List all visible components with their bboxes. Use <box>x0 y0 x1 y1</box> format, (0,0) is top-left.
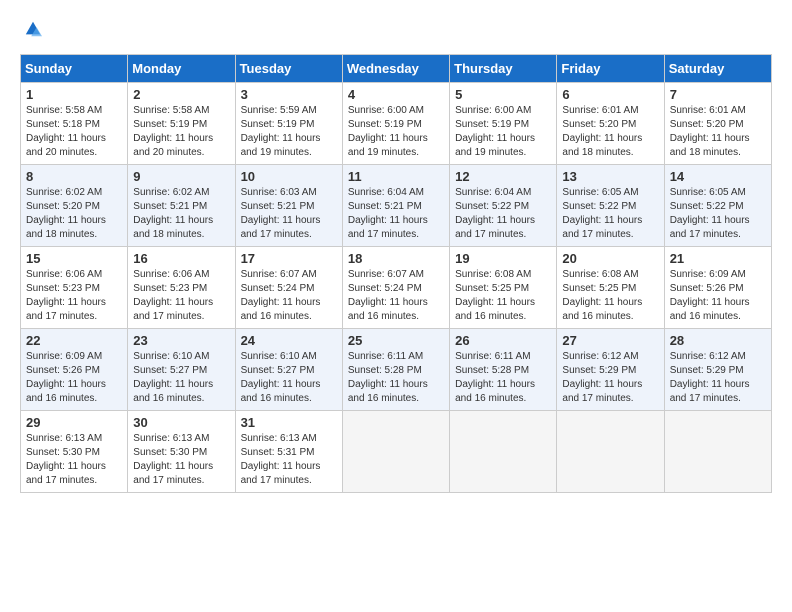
calendar-cell: 9Sunrise: 6:02 AMSunset: 5:21 PMDaylight… <box>128 165 235 247</box>
calendar-cell: 12Sunrise: 6:04 AMSunset: 5:22 PMDayligh… <box>450 165 557 247</box>
calendar-cell: 1Sunrise: 5:58 AMSunset: 5:18 PMDaylight… <box>21 83 128 165</box>
calendar-cell: 8Sunrise: 6:02 AMSunset: 5:20 PMDaylight… <box>21 165 128 247</box>
page-header <box>20 20 772 38</box>
calendar-cell: 3Sunrise: 5:59 AMSunset: 5:19 PMDaylight… <box>235 83 342 165</box>
week-row: 29Sunrise: 6:13 AMSunset: 5:30 PMDayligh… <box>21 411 772 493</box>
calendar-cell <box>557 411 664 493</box>
header-sunday: Sunday <box>21 55 128 83</box>
calendar-cell <box>342 411 449 493</box>
calendar-cell: 19Sunrise: 6:08 AMSunset: 5:25 PMDayligh… <box>450 247 557 329</box>
calendar-cell: 14Sunrise: 6:05 AMSunset: 5:22 PMDayligh… <box>664 165 771 247</box>
calendar-cell: 15Sunrise: 6:06 AMSunset: 5:23 PMDayligh… <box>21 247 128 329</box>
header-thursday: Thursday <box>450 55 557 83</box>
calendar-cell: 25Sunrise: 6:11 AMSunset: 5:28 PMDayligh… <box>342 329 449 411</box>
calendar-cell: 13Sunrise: 6:05 AMSunset: 5:22 PMDayligh… <box>557 165 664 247</box>
header-wednesday: Wednesday <box>342 55 449 83</box>
calendar-cell: 18Sunrise: 6:07 AMSunset: 5:24 PMDayligh… <box>342 247 449 329</box>
calendar-cell: 20Sunrise: 6:08 AMSunset: 5:25 PMDayligh… <box>557 247 664 329</box>
header-row: SundayMondayTuesdayWednesdayThursdayFrid… <box>21 55 772 83</box>
week-row: 1Sunrise: 5:58 AMSunset: 5:18 PMDaylight… <box>21 83 772 165</box>
header-monday: Monday <box>128 55 235 83</box>
logo <box>20 20 42 38</box>
calendar-cell: 17Sunrise: 6:07 AMSunset: 5:24 PMDayligh… <box>235 247 342 329</box>
week-row: 8Sunrise: 6:02 AMSunset: 5:20 PMDaylight… <box>21 165 772 247</box>
week-row: 15Sunrise: 6:06 AMSunset: 5:23 PMDayligh… <box>21 247 772 329</box>
calendar-cell: 29Sunrise: 6:13 AMSunset: 5:30 PMDayligh… <box>21 411 128 493</box>
header-tuesday: Tuesday <box>235 55 342 83</box>
calendar-cell: 4Sunrise: 6:00 AMSunset: 5:19 PMDaylight… <box>342 83 449 165</box>
calendar-table: SundayMondayTuesdayWednesdayThursdayFrid… <box>20 54 772 493</box>
calendar-cell: 10Sunrise: 6:03 AMSunset: 5:21 PMDayligh… <box>235 165 342 247</box>
calendar-cell: 7Sunrise: 6:01 AMSunset: 5:20 PMDaylight… <box>664 83 771 165</box>
calendar-cell: 11Sunrise: 6:04 AMSunset: 5:21 PMDayligh… <box>342 165 449 247</box>
calendar-cell: 30Sunrise: 6:13 AMSunset: 5:30 PMDayligh… <box>128 411 235 493</box>
week-row: 22Sunrise: 6:09 AMSunset: 5:26 PMDayligh… <box>21 329 772 411</box>
calendar-cell: 23Sunrise: 6:10 AMSunset: 5:27 PMDayligh… <box>128 329 235 411</box>
calendar-cell: 27Sunrise: 6:12 AMSunset: 5:29 PMDayligh… <box>557 329 664 411</box>
calendar-cell: 2Sunrise: 5:58 AMSunset: 5:19 PMDaylight… <box>128 83 235 165</box>
calendar-cell: 21Sunrise: 6:09 AMSunset: 5:26 PMDayligh… <box>664 247 771 329</box>
calendar-cell: 26Sunrise: 6:11 AMSunset: 5:28 PMDayligh… <box>450 329 557 411</box>
calendar-cell: 31Sunrise: 6:13 AMSunset: 5:31 PMDayligh… <box>235 411 342 493</box>
calendar-cell: 16Sunrise: 6:06 AMSunset: 5:23 PMDayligh… <box>128 247 235 329</box>
header-friday: Friday <box>557 55 664 83</box>
calendar-cell: 22Sunrise: 6:09 AMSunset: 5:26 PMDayligh… <box>21 329 128 411</box>
header-saturday: Saturday <box>664 55 771 83</box>
logo-icon <box>24 20 42 38</box>
calendar-cell: 28Sunrise: 6:12 AMSunset: 5:29 PMDayligh… <box>664 329 771 411</box>
calendar-cell <box>664 411 771 493</box>
calendar-cell: 6Sunrise: 6:01 AMSunset: 5:20 PMDaylight… <box>557 83 664 165</box>
calendar-cell: 24Sunrise: 6:10 AMSunset: 5:27 PMDayligh… <box>235 329 342 411</box>
calendar-cell <box>450 411 557 493</box>
calendar-cell: 5Sunrise: 6:00 AMSunset: 5:19 PMDaylight… <box>450 83 557 165</box>
